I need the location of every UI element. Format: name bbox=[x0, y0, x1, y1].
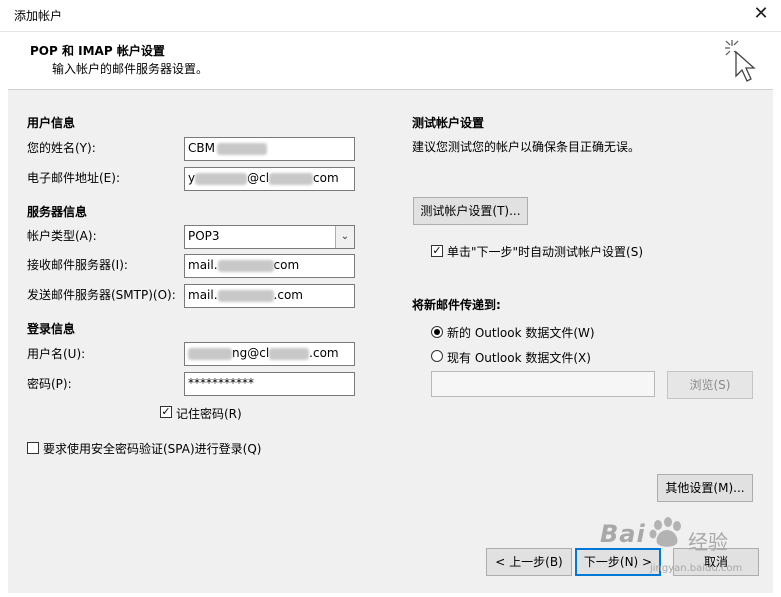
login-info-heading: 登录信息 bbox=[27, 322, 76, 336]
remember-password-label: 记住密码(R) bbox=[176, 407, 242, 421]
back-button[interactable]: < 上一步(B) bbox=[486, 548, 572, 576]
header-subtitle: 输入帐户的邮件服务器设置。 bbox=[52, 62, 209, 76]
remember-password-checkbox[interactable]: ✓ bbox=[160, 406, 172, 418]
auto-test-label: 单击"下一步"时自动测试帐户设置(S) bbox=[447, 245, 644, 259]
redacted-mask bbox=[188, 347, 232, 360]
auto-test-checkbox[interactable]: ✓ bbox=[431, 245, 443, 257]
account-type-select[interactable]: POP3 ⌄ bbox=[184, 225, 355, 249]
next-button[interactable]: 下一步(N) > bbox=[575, 548, 661, 576]
incoming-suffix: com bbox=[273, 258, 300, 272]
new-data-file-label: 新的 Outlook 数据文件(W) bbox=[447, 326, 595, 340]
redacted-mask bbox=[217, 289, 274, 302]
chevron-down-icon[interactable]: ⌄ bbox=[335, 226, 354, 248]
window-title: 添加帐户 bbox=[14, 9, 63, 23]
username-mid: ng@cl bbox=[232, 346, 270, 360]
cursor-sparkle-icon bbox=[725, 40, 756, 82]
account-type-value: POP3 bbox=[188, 229, 220, 243]
outgoing-server-label: 发送邮件服务器(SMTP)(O): bbox=[27, 288, 176, 302]
existing-data-file-label: 现有 Outlook 数据文件(X) bbox=[447, 351, 591, 365]
account-type-label: 帐户类型(A): bbox=[27, 229, 97, 243]
watermark-brand: Bai bbox=[600, 520, 646, 548]
spa-label: 要求使用安全密码验证(SPA)进行登录(Q) bbox=[43, 442, 262, 456]
test-settings-desc: 建议您测试您的帐户以确保条目正确无误。 bbox=[412, 140, 641, 154]
email-prefix: y bbox=[188, 171, 196, 185]
close-icon[interactable]: ✕ bbox=[751, 4, 771, 26]
spa-checkbox[interactable] bbox=[27, 442, 39, 454]
watermark-suffix: 经验 bbox=[688, 530, 728, 554]
name-field[interactable]: CBM bbox=[184, 137, 355, 161]
browse-button[interactable]: 浏览(S) bbox=[667, 371, 753, 399]
redacted-mask bbox=[269, 172, 314, 185]
new-data-file-radio[interactable] bbox=[431, 326, 443, 338]
password-field[interactable]: *********** bbox=[184, 372, 355, 396]
username-label: 用户名(U): bbox=[27, 347, 86, 361]
username-field[interactable]: ng@cl .com bbox=[184, 342, 355, 366]
email-suffix: com bbox=[313, 171, 339, 185]
email-label: 电子邮件地址(E): bbox=[27, 171, 120, 185]
incoming-server-label: 接收邮件服务器(I): bbox=[27, 258, 128, 272]
test-account-button[interactable]: 测试帐户设置(T)... bbox=[413, 197, 528, 225]
user-info-heading: 用户信息 bbox=[27, 116, 76, 130]
incoming-server-field[interactable]: mail. com bbox=[184, 254, 355, 278]
password-label: 密码(P): bbox=[27, 377, 72, 391]
password-value: *********** bbox=[188, 376, 254, 390]
outgoing-prefix: mail. bbox=[188, 288, 218, 302]
existing-data-file-radio[interactable] bbox=[431, 350, 443, 362]
email-field[interactable]: y @cl com bbox=[184, 167, 355, 191]
name-value: CBM bbox=[188, 141, 215, 155]
server-info-heading: 服务器信息 bbox=[27, 205, 88, 219]
dialog-header: POP 和 IMAP 帐户设置 输入帐户的邮件服务器设置。 bbox=[0, 31, 781, 90]
redacted-mask bbox=[195, 172, 248, 185]
redacted-mask bbox=[217, 259, 274, 272]
name-label: 您的姓名(Y): bbox=[27, 141, 96, 155]
header-title: POP 和 IMAP 帐户设置 bbox=[30, 44, 165, 58]
redacted-mask bbox=[216, 142, 267, 155]
redacted-mask bbox=[269, 347, 310, 360]
more-settings-button[interactable]: 其他设置(M)... bbox=[657, 474, 753, 502]
watermark-url: jingyan.baidu.com bbox=[650, 563, 743, 574]
paw-logo-icon bbox=[649, 517, 681, 547]
outgoing-suffix: .com bbox=[273, 288, 303, 302]
title-bar: 添加帐户 ✕ bbox=[0, 0, 781, 31]
outgoing-server-field[interactable]: mail. .com bbox=[184, 284, 355, 308]
email-mid: @cl bbox=[247, 171, 270, 185]
test-settings-heading: 测试帐户设置 bbox=[412, 116, 485, 130]
incoming-prefix: mail. bbox=[188, 258, 218, 272]
existing-file-path-field[interactable] bbox=[431, 371, 655, 397]
deliver-heading: 将新邮件传递到: bbox=[412, 298, 501, 312]
username-suffix: .com bbox=[309, 346, 339, 360]
